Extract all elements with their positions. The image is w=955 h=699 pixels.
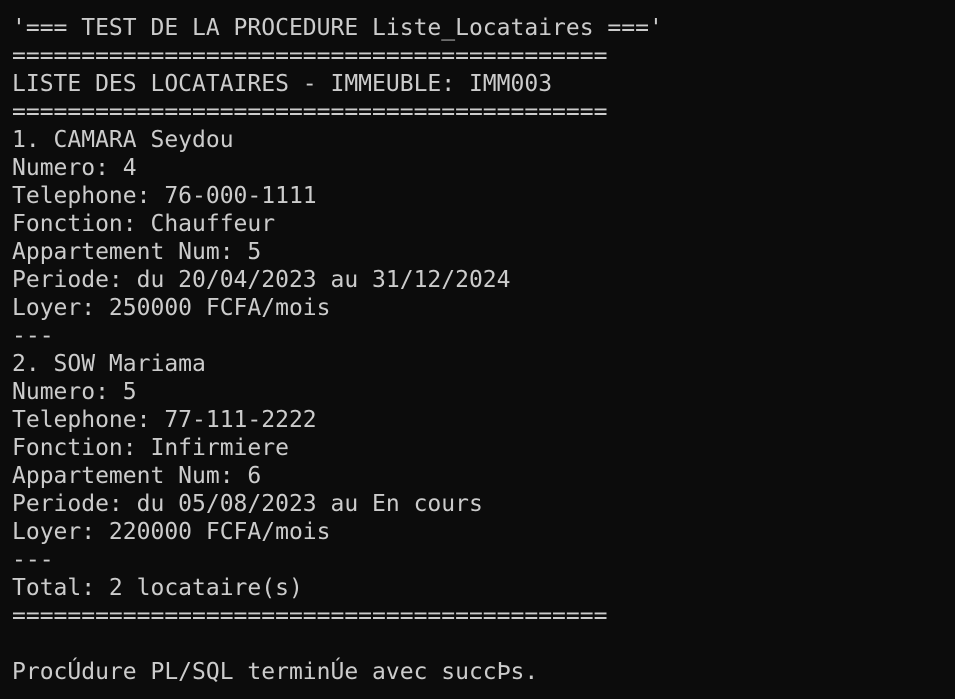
tenant-period-line: Periode: du 05/08/2023 au En cours <box>12 491 483 517</box>
terminal-output[interactable]: '=== TEST DE LA PROCEDURE Liste_Locatair… <box>0 0 955 699</box>
tenant-number-line: Numero: 4 <box>12 155 137 181</box>
tenant-apartment-line: Appartement Num: 5 <box>12 239 262 265</box>
separator-line: ========================================… <box>12 43 608 69</box>
tenant-period-line: Periode: du 20/04/2023 au 31/12/2024 <box>12 267 511 293</box>
test-header-line: '=== TEST DE LA PROCEDURE Liste_Locatair… <box>12 15 663 41</box>
tenant-phone-line: Telephone: 77-111-2222 <box>12 407 317 433</box>
completion-message-line: ProcÚdure PL/SQL terminÚe avec succÞs. <box>12 659 539 685</box>
tenant-name-line: 2. SOW Mariama <box>12 351 206 377</box>
tenant-rent-line: Loyer: 250000 FCFA/mois <box>12 295 331 321</box>
tenant-rent-line: Loyer: 220000 FCFA/mois <box>12 519 331 545</box>
tenant-separator-line: --- <box>12 547 54 573</box>
total-line: Total: 2 locataire(s) <box>12 575 303 601</box>
tenant-separator-line: --- <box>12 323 54 349</box>
list-title-line: LISTE DES LOCATAIRES - IMMEUBLE: IMM003 <box>12 71 553 97</box>
separator-line: ========================================… <box>12 99 608 125</box>
tenant-function-line: Fonction: Infirmiere <box>12 435 289 461</box>
tenant-phone-line: Telephone: 76-000-1111 <box>12 183 317 209</box>
tenant-apartment-line: Appartement Num: 6 <box>12 463 262 489</box>
separator-line: ========================================… <box>12 603 608 629</box>
tenant-number-line: Numero: 5 <box>12 379 137 405</box>
tenant-function-line: Fonction: Chauffeur <box>12 211 276 237</box>
tenant-name-line: 1. CAMARA Seydou <box>12 127 234 153</box>
